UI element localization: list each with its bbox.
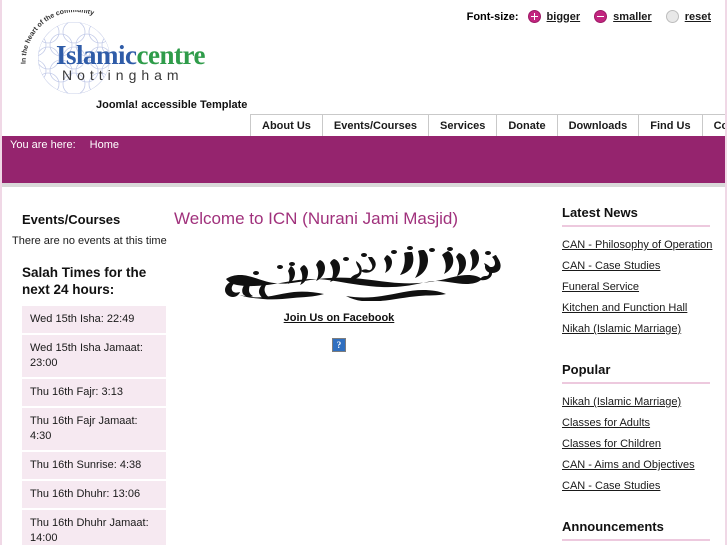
breadcrumb-item-home[interactable]: Home: [90, 139, 119, 151]
popular-link[interactable]: CAN - Aims and Objectives: [562, 459, 695, 471]
nav-item-downloads[interactable]: Downloads: [557, 115, 640, 136]
latest-news-module: Latest News CAN - Philosophy of Operatio…: [562, 205, 722, 336]
increase-font-icon[interactable]: [527, 10, 541, 23]
salah-title-line1: Salah Times for the: [22, 265, 147, 280]
facebook-link[interactable]: Join Us on Facebook: [284, 312, 395, 324]
announcements-module: Announcements: [562, 519, 722, 541]
module-title-latest-news: Latest News: [562, 205, 710, 227]
list-item: Nikah (Islamic Marriage): [562, 321, 722, 336]
events-empty-text: There are no events at this time: [12, 235, 167, 247]
font-smaller-link[interactable]: smaller: [613, 11, 652, 23]
broken-image-icon[interactable]: ?: [332, 338, 346, 352]
nav-item-about-us[interactable]: About Us: [250, 115, 323, 136]
list-item: Funeral Service: [562, 279, 722, 294]
list-item: Thu 16th Dhuhr Jamaat: 14:00: [22, 510, 166, 545]
nav-item-services[interactable]: Services: [429, 115, 498, 136]
nav-item-events-courses[interactable]: Events/Courses: [322, 115, 430, 136]
decrease-font-icon[interactable]: [594, 10, 608, 23]
popular-link[interactable]: Classes for Adults: [562, 417, 650, 429]
popular-module: Popular Nikah (Islamic Marriage) Classes…: [562, 362, 722, 493]
font-size-label: Font-size:: [466, 10, 519, 23]
list-item: CAN - Case Studies: [562, 478, 722, 493]
popular-link[interactable]: Nikah (Islamic Marriage): [562, 396, 681, 408]
nav-item-donate[interactable]: Donate: [497, 115, 558, 136]
left-sidebar: Events/Courses There are no events at th…: [10, 195, 170, 545]
module-title-popular: Popular: [562, 362, 710, 384]
logo-word-islamic: Islamic: [56, 40, 137, 70]
list-item: Thu 16th Fajr: 3:13: [22, 379, 166, 408]
list-item: CAN - Aims and Objectives: [562, 457, 722, 472]
font-bigger-link[interactable]: bigger: [547, 11, 581, 23]
list-item: Thu 16th Fajr Jamaat: 4:30: [22, 408, 166, 452]
breadcrumb-prefix: You are here:: [10, 139, 76, 151]
main-content: Welcome to ICN (Nurani Jami Masjid) Join…: [174, 195, 554, 352]
latest-news-link[interactable]: CAN - Case Studies: [562, 260, 660, 272]
site-logo[interactable]: In the heart of the community Islamiccen…: [18, 7, 318, 94]
breadcrumb: You are here: Home: [10, 139, 119, 151]
bismillah-calligraphy-image: [196, 243, 554, 306]
list-item: CAN - Case Studies: [562, 258, 722, 273]
latest-news-link[interactable]: Kitchen and Function Hall: [562, 302, 687, 314]
nav-item-find-us[interactable]: Find Us: [639, 115, 703, 136]
popular-link[interactable]: CAN - Case Studies: [562, 480, 660, 492]
breadcrumb-band: You are here: Home: [2, 136, 725, 183]
logo-word-centre: centre: [136, 40, 206, 70]
list-item: Thu 16th Sunrise: 4:38: [22, 452, 166, 481]
page-title: Welcome to ICN (Nurani Jami Masjid): [174, 209, 459, 228]
font-reset-link[interactable]: reset: [685, 11, 711, 23]
latest-news-link[interactable]: Funeral Service: [562, 281, 639, 293]
salah-times-list: Wed 15th Isha: 22:49 Wed 15th Isha Jamaa…: [22, 306, 166, 545]
latest-news-link[interactable]: Nikah (Islamic Marriage): [562, 323, 681, 335]
latest-news-link[interactable]: CAN - Philosophy of Operation: [562, 239, 712, 251]
list-item: CAN - Philosophy of Operation: [562, 237, 722, 252]
main-navigation: About Us Events/Courses Services Donate …: [250, 114, 725, 137]
font-size-controls: Font-size: bigger smaller reset: [467, 10, 711, 23]
module-title-salah: Salah Times for the next 24 hours:: [22, 264, 170, 298]
latest-news-list: CAN - Philosophy of Operation CAN - Case…: [562, 237, 722, 336]
list-item: Wed 15th Isha: 22:49: [22, 306, 166, 335]
page-root: Font-size: bigger smaller reset In the h…: [0, 0, 727, 545]
list-item: Kitchen and Function Hall: [562, 300, 722, 315]
module-title-events: Events/Courses: [22, 212, 121, 227]
popular-link[interactable]: Classes for Children: [562, 438, 661, 450]
facebook-section: Join Us on Facebook ?: [174, 308, 504, 352]
list-item: Classes for Children: [562, 436, 722, 451]
reset-font-icon[interactable]: [665, 10, 679, 23]
list-item: Nikah (Islamic Marriage): [562, 394, 722, 409]
template-caption: Joomla! accessible Template: [96, 99, 248, 111]
salah-title-line2: next 24 hours:: [22, 282, 115, 297]
band-shadow: [2, 183, 725, 187]
right-sidebar: Latest News CAN - Philosophy of Operatio…: [562, 195, 722, 541]
nav-item-contact-us[interactable]: Contact Us: [702, 115, 725, 136]
list-item: Classes for Adults: [562, 415, 722, 430]
module-title-announcements: Announcements: [562, 519, 710, 541]
popular-list: Nikah (Islamic Marriage) Classes for Adu…: [562, 394, 722, 493]
list-item: Wed 15th Isha Jamaat: 23:00: [22, 335, 166, 379]
list-item: Thu 16th Dhuhr: 13:06: [22, 481, 166, 510]
logo-city: Nottingham: [62, 67, 184, 83]
